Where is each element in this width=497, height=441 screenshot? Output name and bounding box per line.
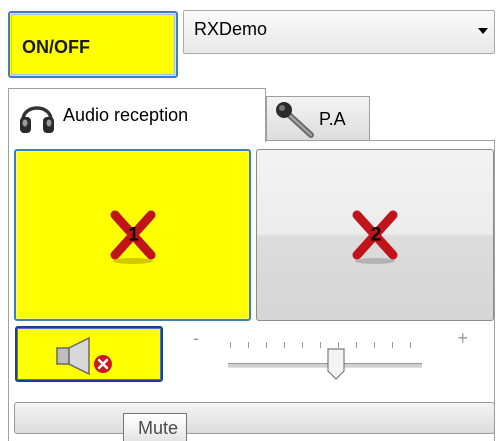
channel-2-number: 2	[370, 224, 382, 246]
volume-slider[interactable]: - +	[190, 328, 472, 380]
channel-1-button[interactable]: 1	[14, 149, 251, 321]
slider-tick	[284, 342, 285, 348]
microphone-icon	[276, 102, 314, 138]
slider-tick	[356, 342, 357, 348]
slider-tick	[248, 342, 249, 348]
channel-2-button[interactable]: 2	[256, 149, 494, 321]
channel-1-number: 1	[128, 224, 139, 246]
volume-max-label: +	[457, 328, 468, 348]
tab-audio-reception[interactable]: Audio reception	[8, 88, 266, 142]
slider-tick	[410, 342, 411, 348]
slider-tick	[392, 342, 393, 348]
dropdown-arrow-icon[interactable]	[478, 28, 488, 34]
slider-tick	[320, 342, 321, 348]
mute-button[interactable]	[15, 326, 163, 382]
tab-audio-reception-label: Audio reception	[63, 105, 189, 125]
slider-tick	[230, 342, 231, 348]
slider-thumb[interactable]	[327, 348, 345, 380]
bottom-bar[interactable]	[14, 402, 495, 434]
device-select[interactable]: RXDemo	[183, 10, 495, 54]
headphones-icon	[20, 105, 54, 133]
mute-tooltip: Mute	[123, 413, 188, 441]
tab-pa[interactable]: P.A	[266, 96, 370, 141]
speaker-muted-icon	[56, 336, 112, 376]
on-off-button[interactable]: ON/OFF	[8, 11, 178, 78]
tab-pa-label: P.A	[319, 108, 346, 129]
on-off-label: ON/OFF	[22, 37, 90, 57]
slider-tick	[374, 342, 375, 348]
slider-track	[228, 363, 422, 368]
slider-tick	[266, 342, 267, 348]
slider-tick	[302, 342, 303, 348]
device-select-value: RXDemo	[194, 19, 268, 39]
volume-min-label: -	[193, 328, 199, 348]
